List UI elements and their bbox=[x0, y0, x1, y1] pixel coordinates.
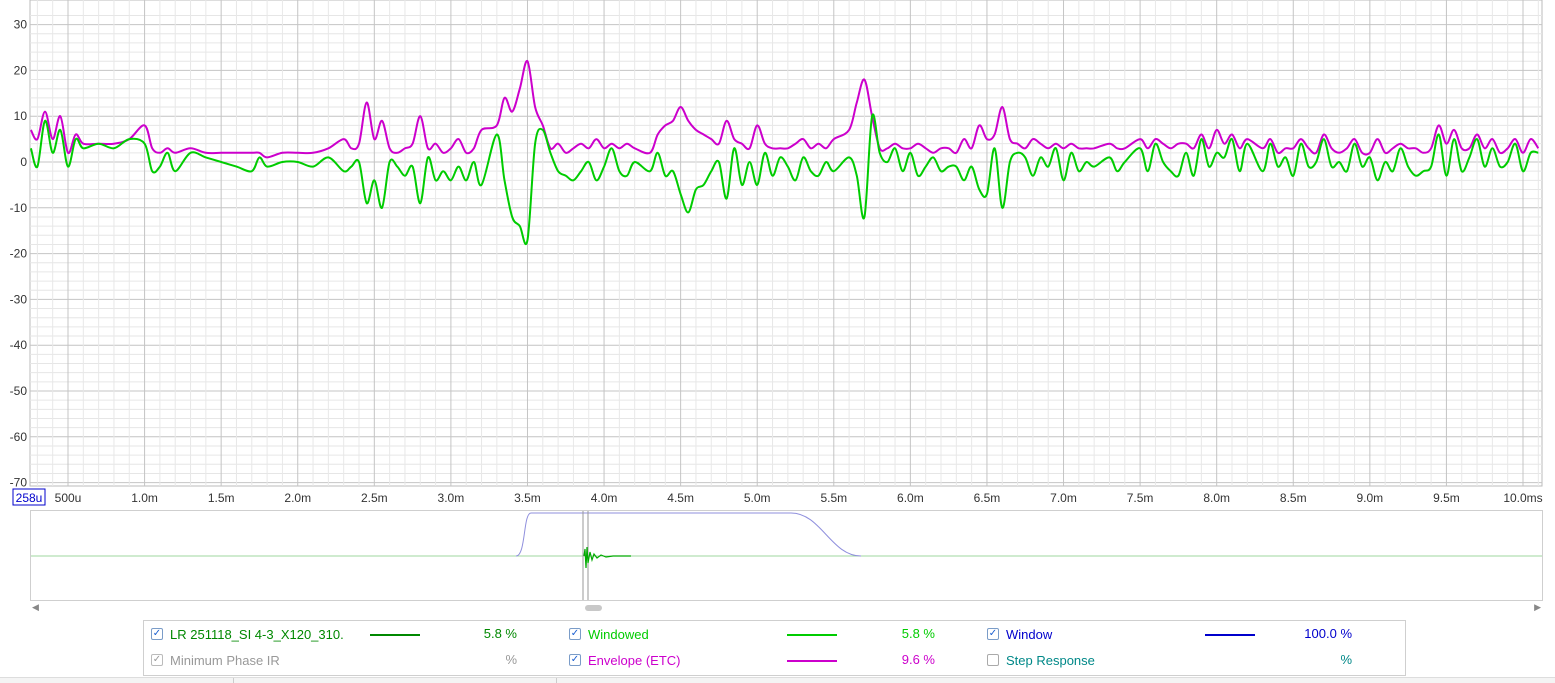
checkbox-step-response[interactable] bbox=[987, 654, 999, 666]
y-tick-label: 30 bbox=[14, 18, 28, 32]
legend-item-window[interactable]: ✓ Window bbox=[987, 625, 1052, 643]
y-tick-label: -70 bbox=[10, 476, 28, 490]
swatch-measurement bbox=[370, 634, 420, 636]
x-tick-label: 3.5m bbox=[514, 491, 541, 505]
x-tick-label: 4.5m bbox=[667, 491, 694, 505]
pct-step-response: % bbox=[1340, 652, 1352, 667]
x-axis-ticks: 500u 1.0m 1.5m 2.0m 2.5m 3.0m 3.5m 4.0m 4.5m 5.0m… bbox=[55, 491, 1543, 505]
y-axis-ticks: 30 20 10 0 -10 -20 -30 -40 -50 -60 -70 bbox=[10, 18, 28, 490]
x-tick-label: 6.0m bbox=[897, 491, 924, 505]
pct-envelope: 9.6 % bbox=[901, 652, 935, 667]
pct-windowed: 5.8 % bbox=[901, 626, 935, 641]
x-tick-label: 7.5m bbox=[1127, 491, 1154, 505]
y-tick-label: 20 bbox=[14, 63, 28, 77]
y-tick-label: -20 bbox=[10, 247, 28, 261]
status-bar bbox=[0, 677, 1555, 683]
pct-min-phase: % bbox=[505, 652, 517, 667]
checkbox-window[interactable]: ✓ bbox=[987, 628, 999, 640]
scroll-left-arrow-icon[interactable]: ◀ bbox=[32, 602, 39, 613]
pct-measurement: 5.8 % bbox=[483, 626, 517, 641]
horizontal-scrollbar[interactable]: ◀ ▶ bbox=[30, 601, 1543, 615]
x-start-label[interactable]: 258u bbox=[16, 491, 43, 505]
chart-grid bbox=[29, 0, 1543, 487]
checkbox-measurement[interactable]: ✓ bbox=[151, 628, 163, 640]
x-tick-label: 7.0m bbox=[1050, 491, 1077, 505]
y-tick-label: -30 bbox=[10, 292, 28, 306]
x-tick-label: 9.0m bbox=[1356, 491, 1383, 505]
y-tick-label: 10 bbox=[14, 109, 28, 123]
legend-panel: ✓ LR 251118_SI 4-3_X120_310. 5.8 % ✓ Win… bbox=[143, 620, 1406, 676]
swatch-envelope bbox=[787, 660, 837, 662]
scroll-right-arrow-icon[interactable]: ▶ bbox=[1534, 602, 1541, 613]
legend-label-windowed: Windowed bbox=[588, 626, 649, 642]
legend-item-step-response[interactable]: Step Response bbox=[987, 651, 1095, 669]
x-tick-label: 4.0m bbox=[591, 491, 618, 505]
overview-strip[interactable] bbox=[30, 510, 1543, 601]
legend-item-windowed[interactable]: ✓ Windowed bbox=[569, 625, 649, 643]
legend-label-step-response: Step Response bbox=[1006, 652, 1095, 668]
checkbox-envelope[interactable]: ✓ bbox=[569, 654, 581, 666]
x-tick-label: 3.0m bbox=[438, 491, 465, 505]
overview-window-curve bbox=[515, 512, 862, 557]
envelope-series-line bbox=[30, 60, 1540, 159]
impulse-response-chart[interactable]: 30 20 10 0 -10 -20 -30 -40 -50 -60 -70 500u 1.0m 1.5… bbox=[0, 0, 1555, 510]
swatch-window bbox=[1205, 634, 1255, 636]
status-divider bbox=[556, 678, 557, 683]
legend-item-min-phase[interactable]: ✓ Minimum Phase IR bbox=[151, 651, 280, 669]
y-tick-label: -60 bbox=[10, 430, 28, 444]
legend-label-measurement: LR 251118_SI 4-3_X120_310. bbox=[170, 626, 344, 642]
x-tick-label: 500u bbox=[55, 491, 82, 505]
overview-ir-trace bbox=[583, 546, 631, 569]
legend-item-measurement[interactable]: ✓ LR 251118_SI 4-3_X120_310. bbox=[151, 625, 344, 643]
legend-label-min-phase: Minimum Phase IR bbox=[170, 652, 280, 668]
y-tick-label: 0 bbox=[20, 155, 27, 169]
x-tick-label: 2.0m bbox=[284, 491, 311, 505]
checkbox-min-phase[interactable]: ✓ bbox=[151, 654, 163, 666]
x-tick-label: 9.5m bbox=[1433, 491, 1460, 505]
status-divider bbox=[233, 678, 234, 683]
checkbox-windowed[interactable]: ✓ bbox=[569, 628, 581, 640]
legend-item-envelope[interactable]: ✓ Envelope (ETC) bbox=[569, 651, 680, 669]
x-tick-label: 8.0m bbox=[1203, 491, 1230, 505]
y-tick-label: -40 bbox=[10, 338, 28, 352]
x-tick-label: 2.5m bbox=[361, 491, 388, 505]
plot-frame bbox=[29, 0, 1543, 487]
x-tick-label: 8.5m bbox=[1280, 491, 1307, 505]
swatch-windowed bbox=[787, 634, 837, 636]
x-tick-label: 5.5m bbox=[820, 491, 847, 505]
x-tick-label: 5.0m bbox=[744, 491, 771, 505]
x-tick-label: 6.5m bbox=[974, 491, 1001, 505]
y-tick-label: -10 bbox=[10, 201, 28, 215]
scroll-thumb[interactable] bbox=[585, 605, 602, 611]
y-tick-label: -50 bbox=[10, 384, 28, 398]
windowed-series-line bbox=[29, 113, 1539, 246]
pct-window: 100.0 % bbox=[1304, 626, 1352, 641]
legend-label-envelope: Envelope (ETC) bbox=[588, 652, 681, 668]
x-tick-label: 10.0ms bbox=[1503, 491, 1542, 505]
x-tick-label: 1.5m bbox=[208, 491, 235, 505]
legend-label-window: Window bbox=[1006, 626, 1053, 642]
x-tick-label: 1.0m bbox=[131, 491, 158, 505]
